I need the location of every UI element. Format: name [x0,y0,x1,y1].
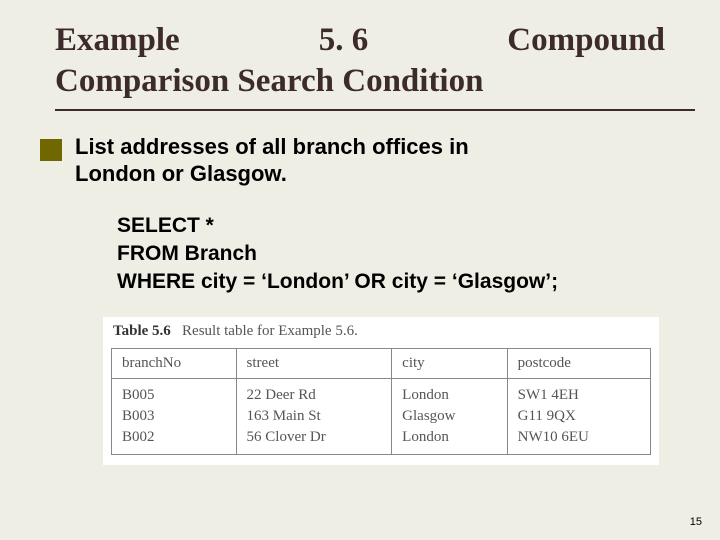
cell: SW1 4EH [507,378,650,406]
slide-body: List addresses of all branch offices in … [0,111,720,465]
slide-title-block: Example 5. 6 Compound Comparison Search … [0,0,720,111]
cell: 56 Clover Dr [236,427,392,455]
sql-where: WHERE city = ‘London’ OR city = ‘Glasgow… [117,268,665,296]
sql-query: SELECT * FROM Branch WHERE city = ‘Londo… [117,212,665,297]
cell: 163 Main St [236,406,392,427]
title-line2: Comparison Search Condition [55,61,665,102]
slide-title: Example 5. 6 Compound Comparison Search … [55,20,665,103]
table-caption-label: Table 5.6 [113,323,171,339]
table-row: B003 163 Main St Glasgow G11 9QX [112,406,651,427]
cell: B002 [112,427,237,455]
task-description: List addresses of all branch offices in … [75,133,665,188]
cell: B003 [112,406,237,427]
task-line2: London or Glasgow. [75,160,665,188]
cell: 22 Deer Rd [236,378,392,406]
table-row: B002 56 Clover Dr London NW10 6EU [112,427,651,455]
cell: G11 9QX [507,406,650,427]
col-city: city [392,348,507,378]
table-caption-text: Result table for Example 5.6. [182,323,358,339]
title-word-compound: Compound [507,20,665,61]
cell: London [392,427,507,455]
cell: B005 [112,378,237,406]
col-branchno: branchNo [112,348,237,378]
result-table-figure: Table 5.6 Result table for Example 5.6. … [103,317,659,465]
col-street: street [236,348,392,378]
cell: London [392,378,507,406]
title-word-example: Example [55,20,180,61]
table-caption: Table 5.6 Result table for Example 5.6. [113,323,651,340]
cell: Glasgow [392,406,507,427]
sql-from: FROM Branch [117,240,665,268]
table-row: B005 22 Deer Rd London SW1 4EH [112,378,651,406]
col-postcode: postcode [507,348,650,378]
title-number: 5. 6 [319,20,369,61]
cell: NW10 6EU [507,427,650,455]
bullet-square-icon [40,139,62,161]
sql-select: SELECT * [117,212,665,240]
page-number: 15 [690,516,702,528]
result-table: branchNo street city postcode B005 22 De… [111,348,651,455]
task-line1: List addresses of all branch offices in [75,133,665,161]
